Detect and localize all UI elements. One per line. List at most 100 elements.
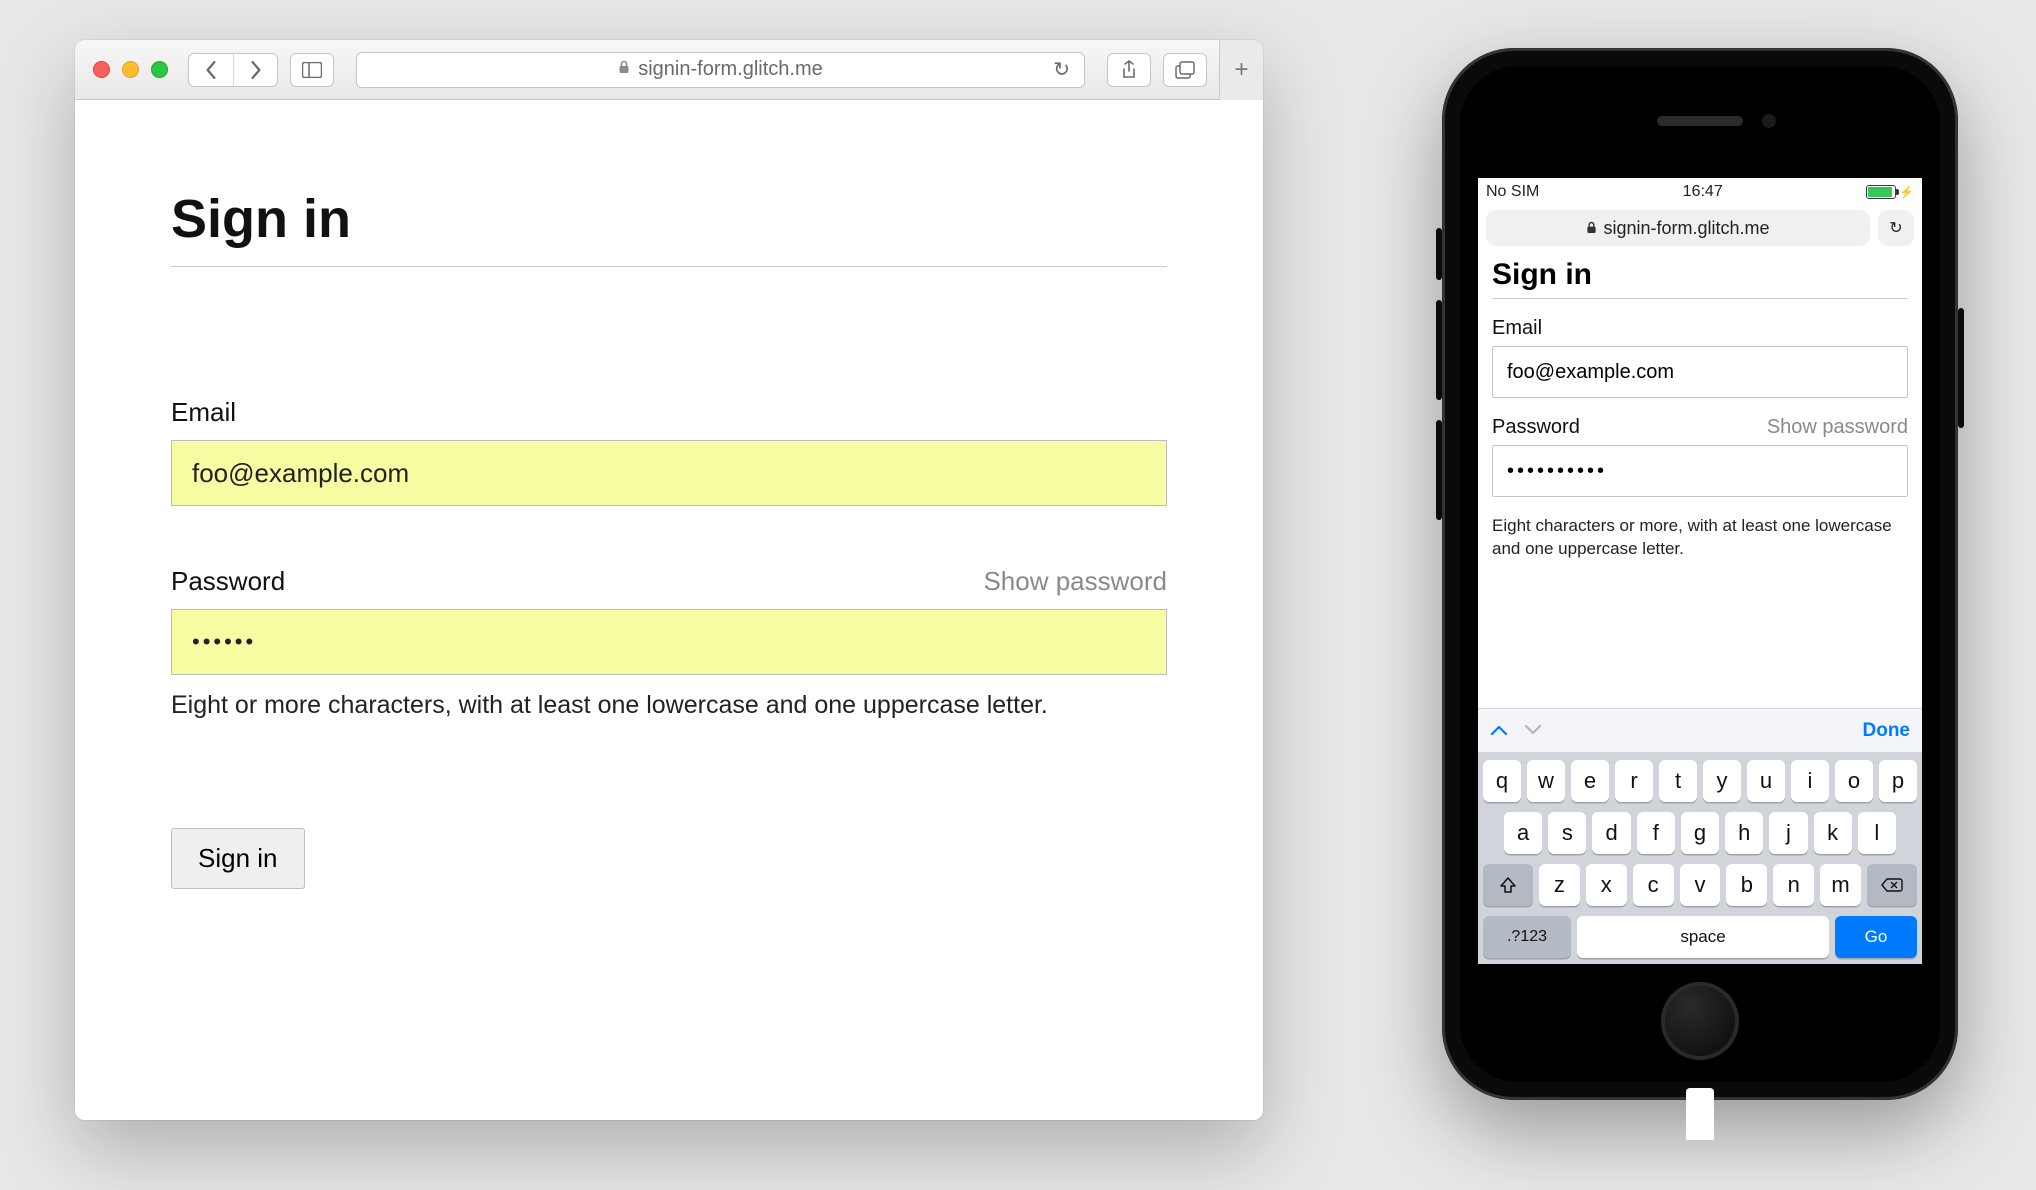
key-w[interactable]: w <box>1527 760 1565 802</box>
space-key[interactable]: space <box>1577 916 1829 958</box>
email-field-block: Email foo@example.com <box>171 397 1167 506</box>
status-time: 16:47 <box>1683 183 1723 201</box>
page-title: Sign in <box>171 188 1167 267</box>
email-label: Email <box>171 397 236 428</box>
next-field-button[interactable] <box>1524 719 1542 742</box>
minimize-window-button[interactable] <box>122 61 139 78</box>
lock-icon <box>618 60 630 79</box>
new-tab-button[interactable]: + <box>1219 40 1263 100</box>
safari-toolbar: signin-form.glitch.me ↻ + <box>75 40 1263 100</box>
iphone-screen: No SIM 16:47 ⚡ signin-form.glitch.me ↻ S… <box>1478 178 1922 964</box>
password-label: Password <box>171 566 285 597</box>
window-controls <box>93 61 168 78</box>
ios-url-text: signin-form.glitch.me <box>1603 218 1769 239</box>
shift-key[interactable] <box>1483 864 1533 906</box>
key-k[interactable]: k <box>1814 812 1852 854</box>
mode-switch-key[interactable]: .?123 <box>1483 916 1571 958</box>
battery-wrap: ⚡ <box>1866 185 1914 199</box>
key-f[interactable]: f <box>1637 812 1675 854</box>
sign-in-button[interactable]: Sign in <box>171 828 305 889</box>
keyboard-accessory-bar: Done <box>1478 708 1922 752</box>
go-key[interactable]: Go <box>1835 916 1917 958</box>
key-u[interactable]: u <box>1747 760 1785 802</box>
ios-status-bar: No SIM 16:47 ⚡ <box>1478 178 1922 206</box>
close-window-button[interactable] <box>93 61 110 78</box>
key-n[interactable]: n <box>1773 864 1814 906</box>
key-z[interactable]: z <box>1539 864 1580 906</box>
key-d[interactable]: d <box>1592 812 1630 854</box>
key-v[interactable]: v <box>1680 864 1721 906</box>
prev-field-button[interactable] <box>1490 719 1508 742</box>
ios-password-input[interactable]: •••••••••• <box>1492 445 1908 497</box>
back-button[interactable] <box>189 54 233 86</box>
key-g[interactable]: g <box>1681 812 1719 854</box>
key-o[interactable]: o <box>1835 760 1873 802</box>
ios-keyboard: q w e r t y u i o p a s d f g h <box>1478 752 1922 964</box>
sidebar-toggle-button[interactable] <box>290 53 334 87</box>
battery-icon <box>1866 185 1896 199</box>
field-nav-arrows <box>1490 719 1542 742</box>
key-e[interactable]: e <box>1571 760 1609 802</box>
show-password-toggle[interactable]: Show password <box>983 566 1167 597</box>
iphone-top-bezel <box>1460 66 1940 176</box>
share-button[interactable] <box>1107 53 1151 87</box>
key-s[interactable]: s <box>1548 812 1586 854</box>
iphone-device: No SIM 16:47 ⚡ signin-form.glitch.me ↻ S… <box>1442 48 1958 1100</box>
speaker-grille <box>1657 116 1743 126</box>
keyboard-row-1: q w e r t y u i o p <box>1483 760 1917 802</box>
ios-page-content: Sign in Email foo@example.com Password S… <box>1478 250 1922 708</box>
key-c[interactable]: c <box>1633 864 1674 906</box>
ios-password-value: •••••••••• <box>1507 460 1607 483</box>
charging-icon: ⚡ <box>1899 185 1914 199</box>
keyboard-row-4: .?123 space Go <box>1483 916 1917 958</box>
ios-email-input[interactable]: foo@example.com <box>1492 346 1908 398</box>
reload-button[interactable]: ↻ <box>1053 57 1070 82</box>
ios-reload-button[interactable]: ↻ <box>1878 210 1914 246</box>
key-j[interactable]: j <box>1769 812 1807 854</box>
ios-password-hint: Eight characters or more, with at least … <box>1492 515 1908 561</box>
url-text: signin-form.glitch.me <box>638 58 823 81</box>
volume-down-button <box>1436 420 1442 520</box>
key-b[interactable]: b <box>1726 864 1767 906</box>
maximize-window-button[interactable] <box>151 61 168 78</box>
power-button <box>1958 308 1964 428</box>
forward-button[interactable] <box>233 54 277 86</box>
ios-email-label: Email <box>1492 317 1542 340</box>
mute-switch <box>1436 228 1442 280</box>
password-hint: Eight or more characters, with at least … <box>171 691 1167 720</box>
keyboard-row-3: z x c v b n m <box>1483 864 1917 906</box>
address-bar[interactable]: signin-form.glitch.me ↻ <box>356 52 1085 88</box>
key-i[interactable]: i <box>1791 760 1829 802</box>
keyboard-row-2: a s d f g h j k l <box>1483 812 1917 854</box>
key-t[interactable]: t <box>1659 760 1697 802</box>
ios-show-password-toggle[interactable]: Show password <box>1767 416 1908 439</box>
backspace-key[interactable] <box>1867 864 1917 906</box>
carrier-text: No SIM <box>1486 183 1539 201</box>
home-button[interactable] <box>1661 982 1739 1060</box>
key-p[interactable]: p <box>1879 760 1917 802</box>
password-field-block: Password Show password •••••• Eight or m… <box>171 566 1167 720</box>
keyboard-done-button[interactable]: Done <box>1863 720 1911 742</box>
key-r[interactable]: r <box>1615 760 1653 802</box>
email-input[interactable]: foo@example.com <box>171 440 1167 506</box>
ios-password-label: Password <box>1492 416 1580 439</box>
ios-email-value: foo@example.com <box>1507 361 1674 384</box>
key-l[interactable]: l <box>1858 812 1896 854</box>
nav-buttons <box>188 53 278 87</box>
ios-address-bar[interactable]: signin-form.glitch.me <box>1486 210 1870 246</box>
key-x[interactable]: x <box>1586 864 1627 906</box>
key-a[interactable]: a <box>1504 812 1542 854</box>
lock-icon <box>1586 218 1597 239</box>
key-h[interactable]: h <box>1725 812 1763 854</box>
key-y[interactable]: y <box>1703 760 1741 802</box>
tabs-button[interactable] <box>1163 53 1207 87</box>
iphone-bezel: No SIM 16:47 ⚡ signin-form.glitch.me ↻ S… <box>1460 66 1940 1082</box>
password-value: •••••• <box>192 629 256 655</box>
safari-window: signin-form.glitch.me ↻ + Sign in Email … <box>75 40 1263 1120</box>
volume-up-button <box>1436 300 1442 400</box>
key-m[interactable]: m <box>1820 864 1861 906</box>
ios-page-title: Sign in <box>1492 258 1908 299</box>
front-camera <box>1762 114 1776 128</box>
key-q[interactable]: q <box>1483 760 1521 802</box>
password-input[interactable]: •••••• <box>171 609 1167 675</box>
